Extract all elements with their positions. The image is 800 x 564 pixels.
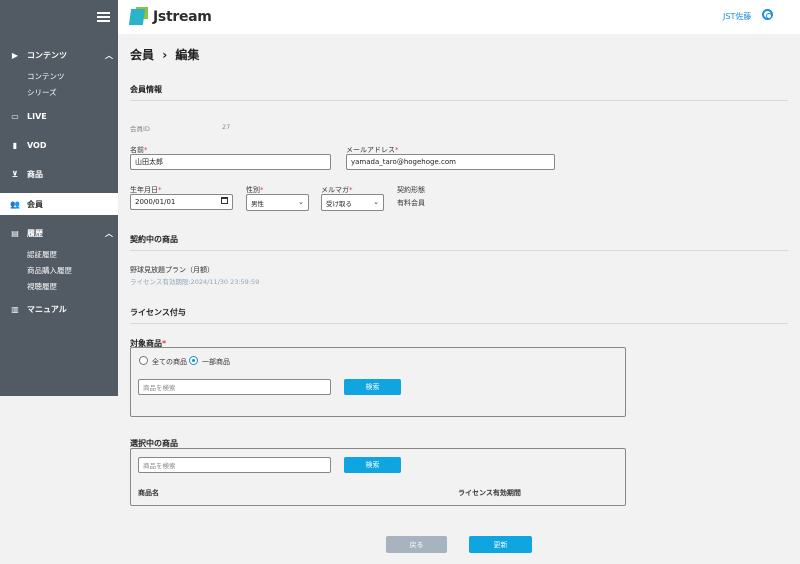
divider <box>130 100 788 101</box>
divider <box>130 323 788 324</box>
radio-partial-label[interactable]: 一部商品 <box>202 357 230 367</box>
gear-icon[interactable] <box>762 9 773 20</box>
required-mark: * <box>395 146 399 154</box>
license-title: ライセンス付与 <box>130 308 186 317</box>
required-mark: * <box>158 186 162 194</box>
chevron-up-icon: ︿ <box>105 50 113 60</box>
required-mark: * <box>349 186 353 194</box>
top-header <box>118 0 800 34</box>
contracted-product-name: 野球見放題プラン（月額） <box>130 266 214 274</box>
breadcrumb-current: 編集 <box>175 48 200 62</box>
sidebar-item-label: VOD <box>27 140 47 150</box>
book-icon: ▥ <box>11 304 19 314</box>
member-id-label: 会員ID <box>130 125 150 133</box>
user-name-link[interactable]: JST佐藤 <box>723 11 751 22</box>
chevron-down-icon: ⌄ <box>373 198 379 206</box>
sidebar-item-manual[interactable]: ▥ マニュアル <box>0 298 118 320</box>
sidebar-item-history[interactable]: ▤ 履歴 ︿ <box>0 222 118 244</box>
sidebar-subitem-contents[interactable]: コンテンツ <box>27 71 65 82</box>
radio-partial-products[interactable] <box>189 356 198 365</box>
mailmag-label-text: メルマガ <box>321 186 349 194</box>
column-header-license: ライセンス有効期間 <box>458 489 521 497</box>
back-button[interactable]: 戻る <box>386 536 447 553</box>
history-icon: ▤ <box>11 228 19 238</box>
name-label-text: 名前 <box>130 146 144 154</box>
calendar-icon[interactable] <box>221 197 228 204</box>
sidebar-item-label: 会員 <box>27 199 43 209</box>
breadcrumb-separator: › <box>162 48 168 62</box>
required-mark: * <box>144 146 148 154</box>
member-id-value: 27 <box>222 123 231 131</box>
cart-icon: ⊻ <box>11 169 19 179</box>
member-info-title: 会員情報 <box>130 85 162 94</box>
sidebar-subitem-series[interactable]: シリーズ <box>27 87 57 98</box>
contracted-title: 契約中の商品 <box>130 235 178 244</box>
sidebar-item-label: マニュアル <box>27 304 67 314</box>
contract-label: 契約形態 <box>397 186 425 194</box>
radio-all-label[interactable]: 全ての商品 <box>152 357 187 367</box>
gender-label-text: 性別 <box>246 186 260 194</box>
gender-select[interactable]: 男性 ⌄ <box>246 194 309 211</box>
divider <box>130 250 788 251</box>
contract-value: 有料会員 <box>397 199 425 207</box>
name-field[interactable]: 山田太郎 <box>130 154 331 170</box>
brand-logo[interactable]: Jstream <box>128 4 212 30</box>
sidebar: ▶ コンテンツ ︿ コンテンツ シリーズ ▭ LIVE ▮ VOD ⊻ 商品 👥… <box>0 0 118 396</box>
breadcrumb-parent[interactable]: 会員 <box>130 48 154 62</box>
radio-all-products[interactable] <box>139 356 148 365</box>
birthday-field[interactable]: 2000/01/01 <box>130 194 233 210</box>
logo-text: Jstream <box>153 9 212 25</box>
menu-icon[interactable] <box>97 12 110 22</box>
mailmag-value: 受け取る <box>326 199 352 208</box>
film-icon: ▮ <box>12 140 18 150</box>
birthday-label-text: 生年月日 <box>130 186 158 194</box>
mailmag-select[interactable]: 受け取る ⌄ <box>321 194 384 211</box>
sidebar-item-label: LIVE <box>27 111 47 121</box>
sidebar-item-products[interactable]: ⊻ 商品 <box>0 163 118 185</box>
users-icon: 👥 <box>10 199 20 209</box>
sidebar-item-label: 履歴 <box>27 228 43 238</box>
required-mark: * <box>260 186 264 194</box>
sidebar-item-label: コンテンツ <box>27 50 67 60</box>
product-search-input[interactable]: 商品を検索 <box>138 379 331 395</box>
contracted-license-period: ライセンス有効期限:2024/11/30 23:59:59 <box>130 278 260 286</box>
play-circle-icon: ▶ <box>11 50 19 60</box>
product-search-button[interactable]: 検索 <box>344 379 401 395</box>
sidebar-item-label: 商品 <box>27 169 43 179</box>
birthday-value: 2000/01/01 <box>135 198 176 206</box>
sidebar-subitem-view-history[interactable]: 視聴履歴 <box>27 281 57 292</box>
logo-icon <box>128 7 150 27</box>
chevron-up-icon: ︿ <box>105 228 113 238</box>
email-label-text: メールアドレス <box>346 146 395 154</box>
sidebar-item-vod[interactable]: ▮ VOD <box>0 134 118 156</box>
sidebar-subitem-purchase-history[interactable]: 商品購入履歴 <box>27 265 72 276</box>
email-field[interactable]: yamada_taro@hogehoge.com <box>346 154 555 170</box>
sidebar-item-contents[interactable]: ▶ コンテンツ ︿ <box>0 44 118 66</box>
sidebar-subitem-auth-history[interactable]: 認証履歴 <box>27 249 57 260</box>
video-icon: ▭ <box>11 111 19 121</box>
selected-search-button[interactable]: 検索 <box>344 457 401 473</box>
gender-value: 男性 <box>251 199 264 208</box>
column-header-product: 商品名 <box>138 489 159 497</box>
chevron-down-icon: ⌄ <box>298 198 304 206</box>
sidebar-item-live[interactable]: ▭ LIVE <box>0 105 118 127</box>
update-button[interactable]: 更新 <box>469 536 532 553</box>
sidebar-item-members[interactable]: 👥 会員 <box>0 193 118 215</box>
selected-search-input[interactable]: 商品を検索 <box>138 457 331 473</box>
breadcrumb: 会員 › 編集 <box>130 46 199 63</box>
